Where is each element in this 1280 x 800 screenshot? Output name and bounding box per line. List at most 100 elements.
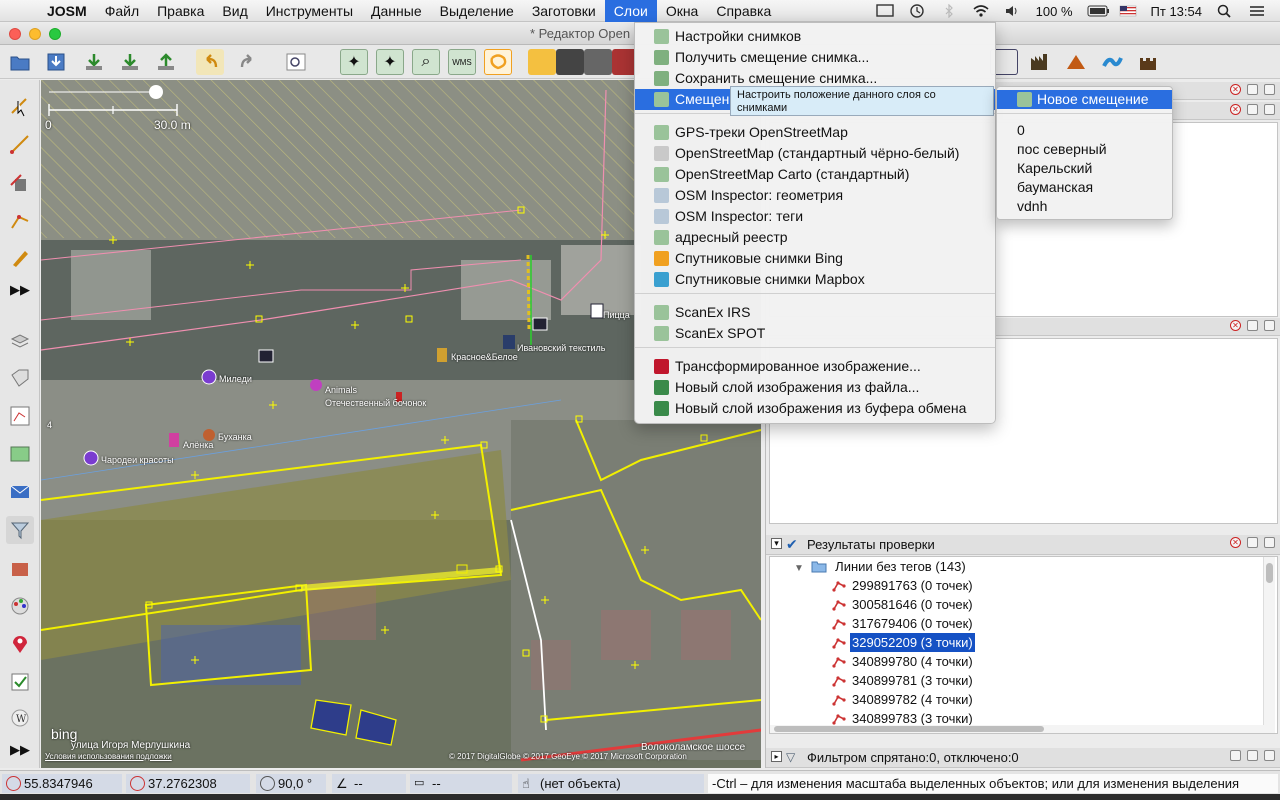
panel-eye-icon[interactable]	[1230, 750, 1241, 761]
selection-panel-icon[interactable]	[6, 402, 34, 430]
poi-animals[interactable]: Animals	[325, 385, 357, 395]
menu-view[interactable]: Вид	[213, 0, 256, 22]
panel-minimize-icon[interactable]	[1264, 750, 1275, 761]
download-object-icon[interactable]	[116, 49, 144, 75]
menu-item-osm-inspector-tags[interactable]: OSM Inspector: теги	[635, 206, 995, 227]
menu-item-address-registry[interactable]: адресный реестр	[635, 227, 995, 248]
menu-help[interactable]: Справка	[707, 0, 780, 22]
window-zoom-button[interactable]	[49, 28, 61, 40]
window-minimize-button[interactable]	[29, 28, 41, 40]
display-icon[interactable]	[875, 4, 894, 18]
panel-minimize-icon[interactable]	[1264, 537, 1275, 548]
draw-mode-icon[interactable]	[6, 130, 34, 158]
menu-presets[interactable]: Заготовки	[523, 0, 605, 22]
poi-bujanka[interactable]: Буханка	[218, 432, 252, 442]
validation-vscroll-thumb[interactable]	[1266, 563, 1273, 583]
menu-file[interactable]: Файл	[96, 0, 148, 22]
more-tools-icon[interactable]: ▶▶	[6, 276, 34, 304]
menu-item-scanex-irs[interactable]: ScanEx IRS	[635, 302, 995, 323]
validation-panel-icon[interactable]	[6, 668, 34, 696]
download-icon[interactable]	[80, 49, 108, 75]
select-mode-icon[interactable]	[6, 92, 34, 120]
panel-minimize-icon[interactable]	[1264, 84, 1275, 95]
panel-minimize-icon[interactable]	[1264, 104, 1275, 115]
menu-data[interactable]: Данные	[362, 0, 431, 22]
panel-close-icon[interactable]: ✕	[1230, 104, 1241, 115]
poi-ivanovo-textile[interactable]: Ивановский текстиль	[517, 343, 605, 353]
upload-icon[interactable]	[152, 49, 180, 75]
menu-item-imagery-preferences[interactable]: Настройки снимков	[635, 26, 995, 47]
menu-item-osm-bw[interactable]: OpenStreetMap (стандартный чёрно-белый)	[635, 143, 995, 164]
validation-row[interactable]: 340899780 (4 точки)	[832, 652, 975, 671]
poi-bochonok[interactable]: Отечественный бочонок	[325, 398, 426, 408]
notes-panel-icon[interactable]	[6, 630, 34, 658]
zoom-to-selection-icon[interactable]: ✦	[376, 49, 404, 75]
panel-minimize-icon[interactable]	[1264, 320, 1275, 331]
map-paint-styles-icon[interactable]	[6, 592, 34, 620]
menu-item-get-imagery-offset[interactable]: Получить смещение снимка...	[635, 47, 995, 68]
menu-item-mapbox-imagery[interactable]: Спутниковые снимки Mapbox	[635, 269, 995, 290]
pencil-icon[interactable]	[6, 244, 34, 272]
tree-group-untagged-ways[interactable]: ▼ Линии без тегов (143)	[794, 557, 968, 576]
collapse-toggle-icon[interactable]: ▾	[771, 538, 782, 549]
waterway-preset-icon[interactable]	[1098, 49, 1126, 75]
wikipedia-icon[interactable]: W	[6, 704, 34, 732]
open-file-icon[interactable]	[6, 49, 34, 75]
validation-vscrollbar[interactable]	[1263, 557, 1275, 733]
more-panels-icon[interactable]: ▶▶	[6, 736, 34, 764]
undo-icon[interactable]	[196, 49, 224, 75]
validation-row[interactable]: 299891763 (0 точек)	[832, 576, 975, 595]
menu-item-new-image-from-clipboard[interactable]: Новый слой изображения из буфера обмена	[635, 398, 995, 419]
tram-tool-icon[interactable]	[584, 49, 612, 75]
bluetooth-icon[interactable]	[940, 3, 958, 19]
time-machine-icon[interactable]	[908, 4, 926, 18]
menu-windows[interactable]: Окна	[657, 0, 708, 22]
messages-panel-icon[interactable]	[6, 478, 34, 506]
menubar-clock[interactable]: Пт 13:54	[1151, 4, 1202, 19]
bing-imagery-icon[interactable]	[484, 49, 512, 75]
redo-icon[interactable]	[234, 49, 262, 75]
poi-alenka[interactable]: Алёнка	[183, 440, 213, 450]
menu-item-new-image-from-file[interactable]: Новый слой изображения из файла...	[635, 377, 995, 398]
panel-detach-icon[interactable]	[1247, 537, 1258, 548]
validation-row[interactable]: 317679406 (0 точек)	[832, 614, 975, 633]
panel-detach-icon[interactable]	[1247, 84, 1258, 95]
poi-krasnoe-beloe[interactable]: Красное&Белое	[451, 352, 518, 362]
save-icon[interactable]	[42, 49, 70, 75]
tree-expand-icon[interactable]: ▼	[794, 563, 804, 574]
filter-panel-icon[interactable]	[6, 516, 34, 544]
zoom-to-data-icon[interactable]: ✦	[340, 49, 368, 75]
delete-mode-icon[interactable]	[6, 168, 34, 196]
castle-preset-icon[interactable]	[1134, 49, 1162, 75]
imagery-wms-icon[interactable]: WMS	[448, 49, 476, 75]
battery-icon[interactable]	[1087, 4, 1109, 18]
menu-tools[interactable]: Инструменты	[257, 0, 362, 22]
rail-tool-icon[interactable]	[556, 49, 584, 75]
menu-edit[interactable]: Правка	[148, 0, 213, 22]
menu-item-osm-carto[interactable]: OpenStreetMap Carto (стандартный)	[635, 164, 995, 185]
menu-selection[interactable]: Выделение	[431, 0, 523, 22]
menu-app-josm[interactable]: JOSM	[38, 0, 96, 22]
validation-row[interactable]: 329052209 (3 точки)	[832, 633, 975, 652]
validation-row[interactable]: 300581646 (0 точек)	[832, 595, 975, 614]
volume-icon[interactable]	[1004, 4, 1022, 18]
validation-hscroll-thumb[interactable]	[774, 726, 1044, 732]
preferences-icon[interactable]	[282, 49, 310, 75]
expand-toggle-icon[interactable]: ▸	[771, 751, 782, 762]
poi-pizza[interactable]: Пицца	[603, 310, 630, 320]
layers-panel-icon[interactable]	[6, 326, 34, 354]
panel-detach-icon[interactable]	[1247, 320, 1258, 331]
menu-item-bing-imagery[interactable]: Спутниковые снимки Bing	[635, 248, 995, 269]
poi-miledi[interactable]: Миледи	[219, 374, 252, 384]
menu-item-osm-inspector-geometry[interactable]: OSM Inspector: геометрия	[635, 185, 995, 206]
menu-item-transformed-image[interactable]: Трансформированное изображение...	[635, 356, 995, 377]
offset-preset-item[interactable]: пос северный	[997, 140, 1172, 159]
validation-row[interactable]: 340899781 (3 точки)	[832, 671, 975, 690]
imagery-terms-link[interactable]: Условия использования подложки	[45, 752, 172, 761]
wifi-icon[interactable]	[972, 4, 990, 18]
relations-panel-icon[interactable]	[6, 554, 34, 582]
panel-close-icon[interactable]: ✕	[1230, 537, 1241, 548]
panel-detach-icon[interactable]	[1247, 104, 1258, 115]
improve-way-icon[interactable]	[6, 206, 34, 234]
zoom-icon[interactable]: ⌕	[412, 49, 440, 75]
